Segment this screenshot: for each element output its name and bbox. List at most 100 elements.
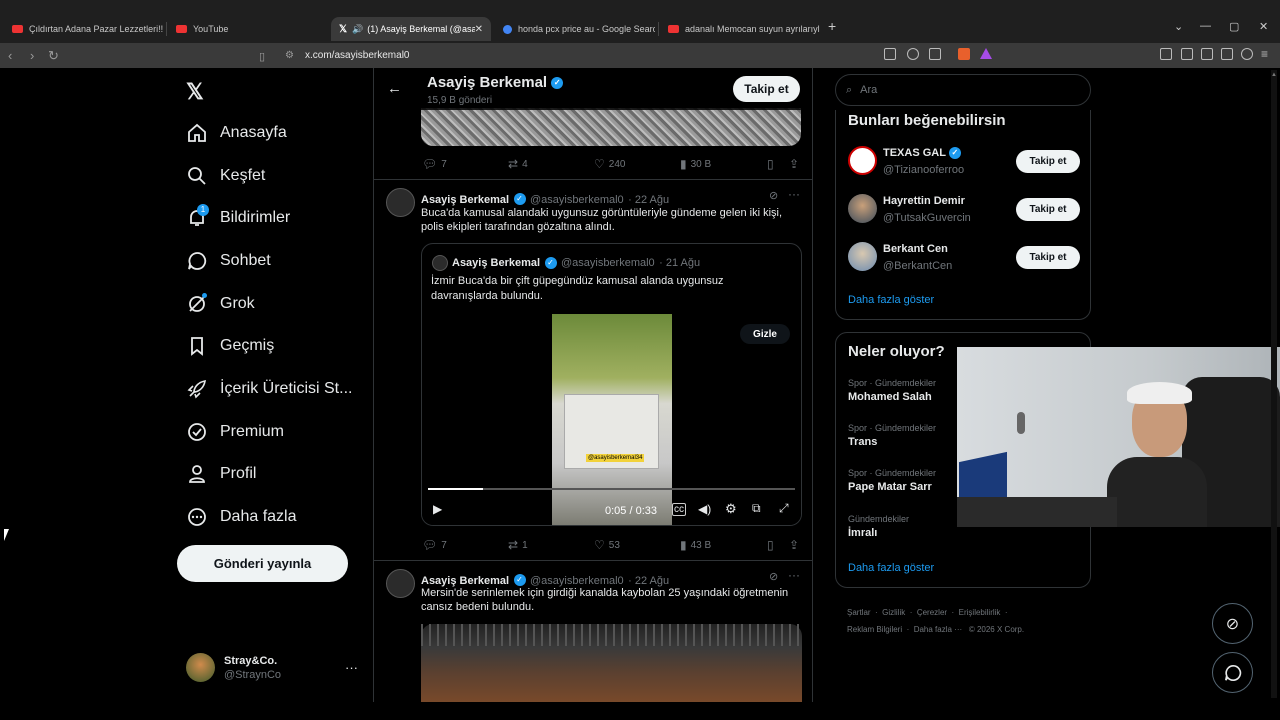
close-tab-icon[interactable]: ✕ [475, 24, 483, 35]
views-button[interactable]: ▮ 30 B [680, 157, 711, 171]
nav-item-notifications[interactable]: 1 Bildirimler [186, 203, 290, 233]
menu-icon[interactable]: ≡ [1261, 47, 1273, 61]
show-more-link[interactable]: Daha fazla göster [848, 562, 934, 574]
new-tab-icon[interactable]: + [828, 18, 836, 34]
views-icon: ▮ [680, 538, 687, 552]
footer-link[interactable]: Gizlilik [882, 608, 905, 617]
play-icon[interactable]: ▶ [433, 502, 442, 516]
bookmark-button[interactable]: ▯ [767, 157, 778, 171]
footer-link[interactable]: Erişilebilirlik [959, 608, 1001, 617]
volume-icon[interactable]: ◀) [698, 502, 711, 516]
brave-shield-icon[interactable] [958, 48, 970, 60]
browser-tab-active[interactable]: 𝕏 🔊(1) Asayiş Berkemal (@asayisb✕ [331, 17, 491, 41]
leo-icon[interactable] [1221, 48, 1233, 60]
footer-link[interactable]: Reklam Bilgileri [847, 625, 902, 634]
more-horizontal-icon[interactable]: ··· [788, 568, 800, 582]
close-window-icon[interactable]: ✕ [1259, 20, 1268, 33]
chat-fab[interactable] [1212, 652, 1253, 693]
site-info-icon[interactable]: ⚙ [285, 50, 294, 61]
share-button[interactable]: ⇪ [789, 157, 803, 171]
bookmark-page-icon[interactable]: ▯ [259, 50, 265, 63]
follow-button[interactable]: Takip et [1016, 198, 1080, 221]
search-input[interactable]: Ara [860, 84, 877, 96]
trend-item[interactable]: Spor · Gündemdekiler Pape Matar Sarr [848, 468, 936, 493]
sidebar-icon[interactable] [1181, 48, 1193, 60]
nav-item-premium[interactable]: Premium [186, 417, 284, 447]
browser-tab[interactable]: Çıldırtan Adana Pazar Lezzetleri!! - Yo [4, 17, 164, 41]
back-arrow-icon[interactable]: ← [387, 80, 402, 97]
vpn-icon[interactable] [1241, 48, 1253, 60]
grok-icon[interactable]: ⊘ [769, 189, 778, 202]
brave-rewards-icon[interactable] [980, 48, 992, 59]
nav-item-creator-studio[interactable]: İçerik Üreticisi St... [186, 374, 352, 404]
post-button[interactable]: Gönderi yayınla [177, 545, 348, 582]
browser-tab[interactable]: YouTube [168, 17, 328, 41]
maximize-icon[interactable]: ▢ [1229, 20, 1239, 33]
suggestion-row[interactable]: Hayrettin Demir @TutsakGuvercin Takip et [848, 194, 1080, 226]
zoom-icon[interactable] [907, 48, 919, 60]
card-title: Neler oluyor? [848, 343, 945, 360]
cast-icon[interactable] [929, 48, 941, 60]
share-button[interactable]: ⇪ [789, 538, 803, 552]
reload-icon[interactable]: ↻ [48, 48, 59, 64]
nav-item-home[interactable]: Anasayfa [186, 118, 287, 148]
grok-icon[interactable]: ⊘ [769, 570, 778, 583]
reply-button[interactable]: 💬︎ 7 [422, 538, 447, 552]
follow-button[interactable]: Takip et [1016, 246, 1080, 269]
video-player[interactable]: @asayisberkemal34 Gizle ▶ 0:05 / 0:33 cc… [422, 314, 801, 525]
nav-item-more[interactable]: Daha fazla [186, 502, 297, 532]
trend-item[interactable]: Spor · Gündemdekiler Trans [848, 423, 936, 448]
footer-link[interactable]: Şartlar [847, 608, 871, 617]
nav-item-explore[interactable]: Keşfet [186, 161, 265, 191]
back-icon[interactable]: ‹ [8, 48, 12, 63]
follow-button[interactable]: Takip et [1016, 150, 1080, 173]
follow-button[interactable]: Takip et [733, 76, 800, 102]
post-image[interactable] [421, 624, 802, 702]
minimize-icon[interactable]: — [1200, 20, 1211, 32]
views-button[interactable]: ▮ 43 B [680, 538, 711, 552]
nav-item-grok[interactable]: Grok [186, 289, 255, 319]
browser-tab[interactable]: honda pcx price au - Google Search [495, 17, 655, 41]
forward-icon[interactable]: › [30, 48, 34, 63]
nav-item-profile[interactable]: Profil [186, 459, 256, 489]
nav-item-chat[interactable]: Sohbet [186, 246, 271, 276]
trend-item[interactable]: Gündemdekiler İmralı [848, 514, 909, 539]
trend-item[interactable]: Spor · Gündemdekiler Mohamed Salah [848, 378, 936, 403]
quoted-tweet[interactable]: Asayiş Berkemal ✓ @asayisberkemal0 · 21 … [421, 243, 802, 526]
repost-button[interactable]: ⇄ 4 [508, 157, 528, 171]
wallet-icon[interactable] [1201, 48, 1213, 60]
translate-icon[interactable] [884, 48, 896, 60]
bookmark-button[interactable]: ▯ [767, 538, 778, 552]
more-horizontal-icon[interactable]: ··· [345, 660, 358, 675]
music-icon[interactable] [1160, 48, 1172, 60]
x-logo-icon[interactable]: 𝕏 [186, 79, 204, 105]
search-box[interactable]: ⌕ Ara [835, 74, 1091, 106]
tweet-avatar[interactable] [386, 569, 415, 598]
show-more-link[interactable]: Daha fazla göster [848, 294, 934, 306]
fullscreen-icon[interactable]: ⤢ [779, 501, 789, 516]
footer-link[interactable]: Daha fazla ··· [914, 625, 962, 634]
captions-icon[interactable]: cc [672, 503, 686, 516]
post-image[interactable] [421, 108, 801, 146]
reply-button[interactable]: 💬︎ 7 [422, 157, 447, 171]
scrollbar[interactable]: ▲ [1271, 70, 1277, 698]
more-horizontal-icon[interactable]: ··· [788, 187, 800, 201]
hide-button[interactable]: Gizle [740, 324, 790, 344]
picture-in-picture-icon[interactable]: ⧉ [752, 501, 761, 516]
grok-fab[interactable]: ⊘ [1212, 603, 1253, 644]
footer-link[interactable]: Çerezler [917, 608, 947, 617]
suggestion-row[interactable]: Berkant Cen @BerkantCen Takip et [848, 242, 1080, 274]
account-switcher[interactable]: Stray&Co. @StraynCo ··· [186, 653, 358, 682]
tab-title: honda pcx price au - Google Search [518, 24, 655, 34]
like-button[interactable]: ♡ 53 [594, 538, 620, 552]
like-button[interactable]: ♡ 240 [594, 157, 625, 171]
settings-icon[interactable]: ⚙ [725, 501, 737, 517]
repost-button[interactable]: ⇄ 1 [508, 538, 528, 552]
tab-list-icon[interactable]: ⌄ [1174, 20, 1183, 33]
video-progress-track[interactable] [428, 488, 795, 490]
suggestion-row[interactable]: TEXAS GAL ✓ @Tizianooferroo Takip et [848, 146, 1080, 178]
nav-item-bookmarks[interactable]: Geçmiş [186, 331, 274, 361]
tweet-avatar[interactable] [386, 188, 415, 217]
url-field[interactable]: x.com/asayisberkemal0 [305, 50, 409, 61]
browser-tab[interactable]: adanalı Memocan suyun ayrılarıyla cy [660, 17, 820, 41]
